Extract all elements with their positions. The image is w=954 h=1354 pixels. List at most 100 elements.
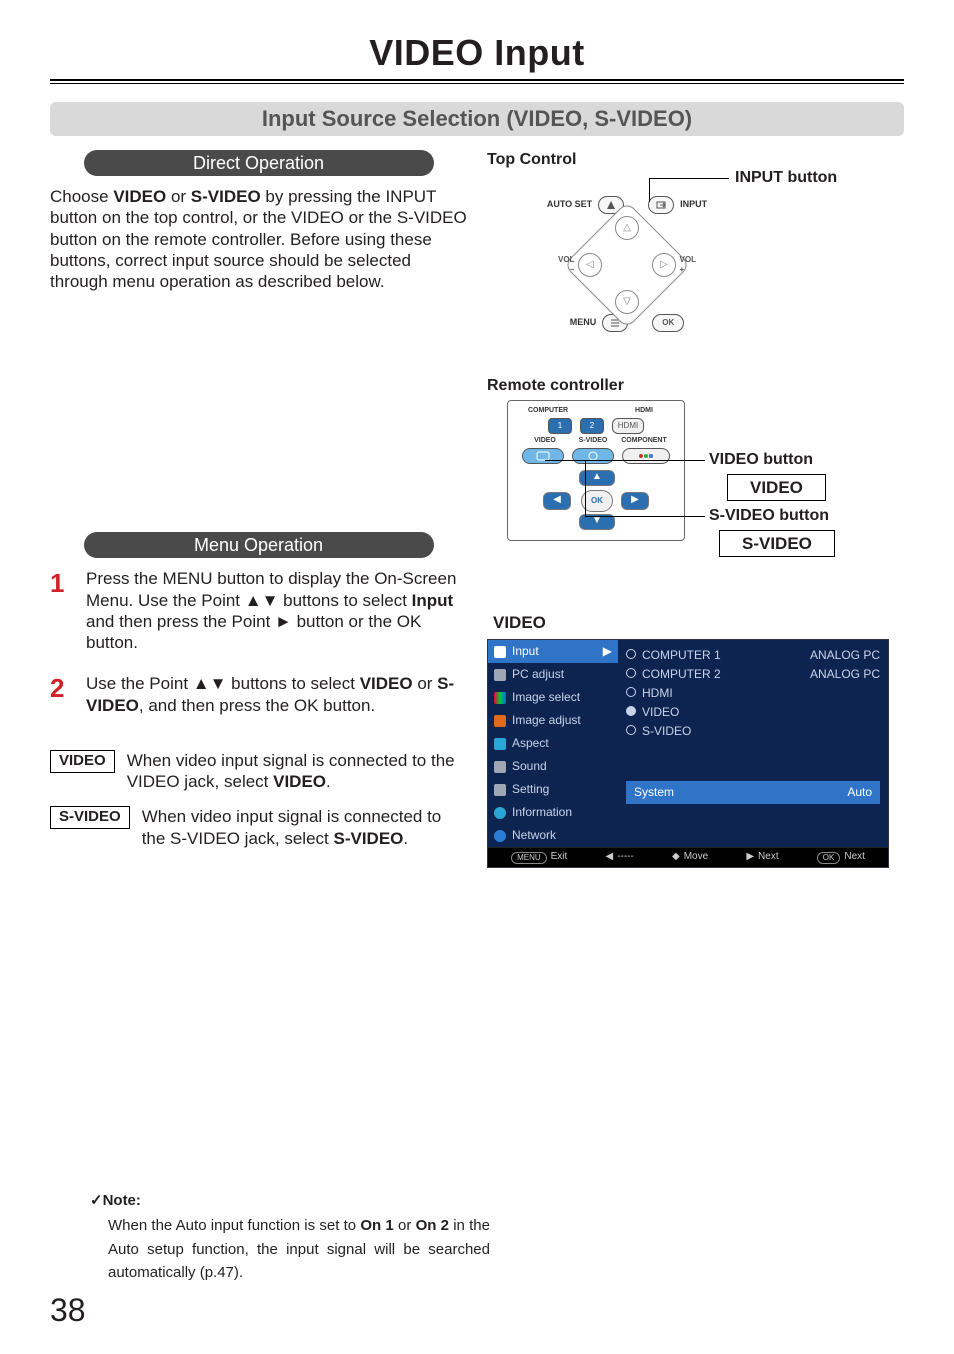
label: COMPONENT [621,437,667,446]
osd-bottom-bar: MENUExit ◀ ----- ◆ Move ▶ Next OKNext [488,847,888,867]
callout-line [585,460,586,516]
option-text: When video input signal is connected to … [142,806,467,849]
text: When the Auto input function is set to [108,1217,360,1234]
label: MENU [570,317,597,328]
osd-menu: Input▶ PC adjust Image select Image adju… [487,639,889,868]
text-bold: S-VIDEO [333,829,403,848]
left-icon: ◀ [543,492,571,510]
option-video: VIDEO When video input signal is connect… [50,750,467,793]
rule-thin [50,83,904,84]
callout-input-button: INPUT button [735,168,837,188]
osd-item-information: Information [488,801,618,824]
ok-label: OK [652,314,684,332]
text: or [166,187,191,206]
down-icon: ▽ [615,290,639,314]
label: INPUT [680,199,707,210]
option-text: When video input signal is connected to … [127,750,467,793]
text-bold: On 2 [416,1217,449,1234]
vol-plus: VOL+ [680,255,696,275]
note-title: ✓Note: [90,1192,490,1211]
text: Press the MENU button to display the On-… [86,569,456,609]
osd-left-pane: Input▶ PC adjust Image select Image adju… [488,640,618,847]
remote-body: COMPUTER HDMI 1 2 HDMI VIDEO S-VIDEO [507,400,685,541]
note-block: ✓Note: When the Auto input function is s… [90,1192,490,1285]
right-icon: ▷ [652,253,676,277]
input-icon [648,196,674,214]
up-icon: △ [615,216,639,240]
callout-line [649,178,729,179]
osd-item-setting: Setting [488,778,618,801]
text: . [326,772,331,791]
callout-svideo-button: S-VIDEO button [709,506,829,526]
chapter-title: VIDEO Input [50,30,904,75]
direct-operation-header: Direct Operation [84,150,434,176]
label: S-VIDEO [573,437,613,446]
text: . [403,829,408,848]
remote-dpad: ▲ ▼ ◀ ▶ OK [541,470,651,530]
video-button [522,448,564,464]
callout-line [545,460,705,461]
osd-item-input: Input▶ [488,640,618,663]
osd-sub-computer1: COMPUTER 1ANALOG PC [626,646,880,665]
osd-sub-video: VIDEO [626,703,880,722]
step-number: 2 [50,673,70,716]
hdmi-button: HDMI [612,418,644,434]
option-svideo: S-VIDEO When video input signal is conne… [50,806,467,849]
video-box-label: VIDEO [727,474,826,501]
text: or [413,674,438,693]
text: Use the Point ▲▼ buttons to select [86,674,360,693]
text-bold: VIDEO [273,772,326,791]
osd-item-sound: Sound [488,755,618,778]
callout-video-button: VIDEO button [709,450,813,470]
section-title-bar: Input Source Selection (VIDEO, S-VIDEO) [50,102,904,136]
ok-button: OK [652,314,684,332]
osd-bar-exit: MENUExit [511,851,567,864]
osd-sub-computer2: COMPUTER 2ANALOG PC [626,665,880,684]
right-icon: ▶ [621,492,649,510]
menu-operation-header: Menu Operation [84,532,434,558]
text: or [394,1217,416,1234]
callout-line [585,516,705,517]
osd-sub-hdmi: HDMI [626,684,880,703]
s-video-button [572,448,614,464]
osd-item-network: Network [488,824,618,847]
osd-right-pane: COMPUTER 1ANALOG PC COMPUTER 2ANALOG PC … [618,640,888,847]
computer-1-button: 1 [548,418,572,434]
auto-set-button: AUTO SET [547,196,624,214]
label: AUTO SET [547,199,592,210]
osd-item-image-select: Image select [488,686,618,709]
text-bold: VIDEO [113,187,166,206]
page-number: 38 [50,1290,86,1330]
text-bold: S-VIDEO [191,187,261,206]
label: HDMI [624,407,664,416]
label: VIDEO [525,437,565,446]
fig-title: VIDEO [493,612,904,633]
input-button: INPUT [648,196,707,214]
osd-bar-back: ◀ ----- [605,851,633,864]
label: COMPUTER [528,407,568,416]
text-bold: Input [412,591,454,610]
vol-minus: VOL– [558,255,574,275]
osd-bar-next: ▶ Next [746,851,778,864]
text-bold: VIDEO [360,674,413,693]
osd-item-aspect: Aspect [488,732,618,755]
text: Choose [50,187,113,206]
dpad: △ ▽ ◁ ▷ VOL– VOL+ [582,220,672,310]
callout-line [649,178,650,202]
fig-title: Top Control [487,150,904,170]
fig-osd: VIDEO Input▶ PC adjust Image select Imag… [487,612,904,868]
computer-2-button: 2 [580,418,604,434]
osd-sub-svideo: S-VIDEO [626,722,880,741]
osd-bar-move: ◆ Move [672,851,708,864]
note-body: When the Auto input function is set to O… [90,1214,490,1284]
text-bold: On 1 [360,1217,393,1234]
osd-item-pc-adjust: PC adjust [488,663,618,686]
rule-thick [50,79,904,81]
left-icon: ◁ [578,253,602,277]
step-number: 1 [50,568,70,653]
fig-top-control: Top Control AUTO SET [487,150,904,350]
text: , and then press the OK button. [139,696,375,715]
component-button [622,448,670,464]
step-text: Press the MENU button to display the On-… [86,568,467,653]
step-text: Use the Point ▲▼ buttons to select VIDEO… [86,673,467,716]
